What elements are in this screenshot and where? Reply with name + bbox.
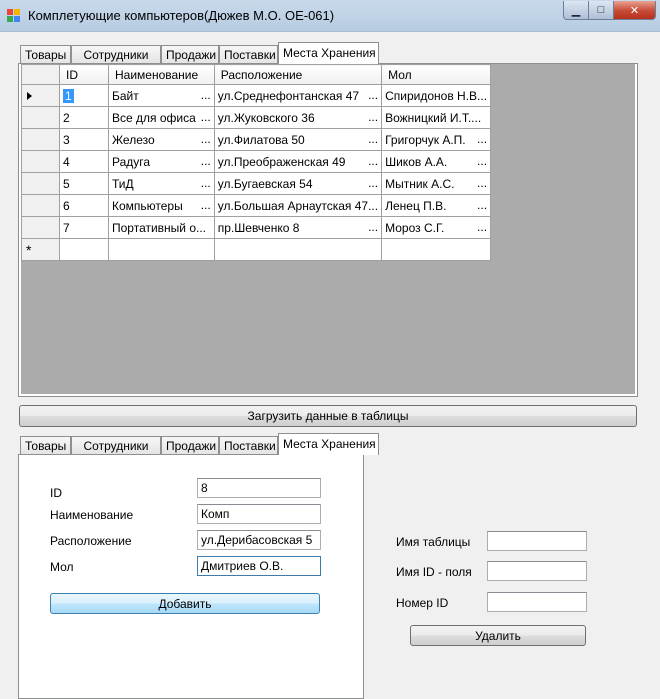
bottom-tab-prodazhi[interactable]: Продажи: [161, 436, 219, 455]
mol-field[interactable]: Дмитриев О.В.: [197, 556, 321, 576]
grid-cell-name[interactable]: Радуга: [108, 150, 215, 173]
grid-corner-header[interactable]: [21, 64, 60, 85]
row-header[interactable]: [21, 172, 60, 195]
label-id: ID: [50, 486, 62, 500]
grid-cell-id[interactable]: [59, 238, 109, 261]
load-data-button[interactable]: Загрузить данные в таблицы: [19, 405, 637, 427]
row-header[interactable]: [21, 216, 60, 239]
column-header-location[interactable]: Расположение: [213, 64, 383, 85]
grid-cell-location[interactable]: ул.Филатова 50: [213, 128, 383, 151]
new-row[interactable]: *: [21, 238, 492, 261]
title-bar[interactable]: Комплетующие компьютеров(Дюжев М.О. ОЕ-0…: [0, 0, 660, 32]
table-row[interactable]: 7 Портативный о... пр.Шевченко 8 Мороз С…: [21, 216, 492, 239]
add-button[interactable]: Добавить: [50, 593, 320, 614]
bottom-tab-postavki[interactable]: Поставки: [219, 436, 278, 455]
grid-cell-mol[interactable]: [381, 238, 492, 261]
column-header-name[interactable]: Наименование: [108, 64, 215, 85]
location-field[interactable]: ул.Дерибасовская 5: [197, 530, 321, 550]
table-row[interactable]: 4 Радуга ул.Преображенская 49 Шиков А.А.: [21, 150, 492, 173]
label-table-name: Имя таблицы: [396, 535, 471, 549]
grid-cell-location[interactable]: ул.Жуковского 36: [213, 106, 383, 129]
grid-cell-location[interactable]: ул.Преображенская 49: [213, 150, 383, 173]
grid-cell-id[interactable]: 1: [59, 84, 109, 107]
grid-cell-id[interactable]: 6: [59, 194, 109, 217]
label-id-number: Номер ID: [396, 596, 449, 610]
window-title: Комплетующие компьютеров(Дюжев М.О. ОЕ-0…: [28, 8, 335, 23]
grid-cell-mol[interactable]: Спиридонов Н.В...: [381, 84, 492, 107]
label-location: Расположение: [50, 534, 132, 548]
grid-cell-id[interactable]: 2: [59, 106, 109, 129]
maximize-icon: □: [597, 4, 605, 16]
label-mol: Мол: [50, 560, 74, 574]
grid-cell-name[interactable]: Железо: [108, 128, 215, 151]
grid-cell-name[interactable]: Все для офиса: [108, 106, 215, 129]
table-row[interactable]: 5 ТиД ул.Бугаевская 54 Мытник А.С.: [21, 172, 492, 195]
grid-cell-mol[interactable]: Григорчук А.П.: [381, 128, 492, 151]
minimize-button[interactable]: ▁: [563, 1, 589, 20]
grid-cell-mol[interactable]: Шиков А.А.: [381, 150, 492, 173]
grid-cell-mol[interactable]: Мытник А.С.: [381, 172, 492, 195]
grid-cell-name[interactable]: Компьютеры: [108, 194, 215, 217]
id-field[interactable]: 8: [197, 478, 321, 498]
column-header-id[interactable]: ID: [59, 64, 109, 85]
top-tab-prodazhi[interactable]: Продажи: [161, 45, 219, 64]
table-row[interactable]: 6 Компьютеры ул.Большая Арнаутская 47...…: [21, 194, 492, 217]
grid-cell-id[interactable]: 3: [59, 128, 109, 151]
grid-cell-name[interactable]: Байт: [108, 84, 215, 107]
app-window-icon: [7, 9, 21, 23]
table-row[interactable]: 2 Все для офиса ул.Жуковского 36 Вожницк…: [21, 106, 492, 129]
column-header-mol[interactable]: Мол: [381, 64, 492, 85]
grid-cell-id[interactable]: 4: [59, 150, 109, 173]
grid-cell-id[interactable]: 5: [59, 172, 109, 195]
grid-cell-mol[interactable]: Вожницкий И.Т....: [381, 106, 492, 129]
bottom-tab-tovary[interactable]: Товары: [20, 436, 71, 455]
top-tab-strip: Товары Сотрудники Продажи Поставки Места…: [20, 42, 420, 64]
grid-cell-id[interactable]: 7: [59, 216, 109, 239]
bottom-tab-sotrudniki[interactable]: Сотрудники: [71, 436, 161, 455]
grid-table: ID Наименование Расположение Мол 1 Байт …: [21, 64, 492, 261]
grid-cell-mol[interactable]: Мороз С.Г.: [381, 216, 492, 239]
grid-cell-location[interactable]: [213, 238, 383, 261]
grid-cell-name[interactable]: ТиД: [108, 172, 215, 195]
row-header[interactable]: *: [21, 238, 60, 261]
row-header[interactable]: [21, 84, 60, 107]
grid-cell-location[interactable]: пр.Шевченко 8: [213, 216, 383, 239]
table-row[interactable]: 3 Железо ул.Филатова 50 Григорчук А.П.: [21, 128, 492, 151]
bottom-tab-mesta-khraneniya[interactable]: Места Хранения: [278, 433, 379, 455]
main-window: Комплетующие компьютеров(Дюжев М.О. ОЕ-0…: [0, 0, 660, 699]
delete-button[interactable]: Удалить: [410, 625, 586, 646]
label-id-field-name: Имя ID - поля: [396, 565, 472, 579]
close-icon: ✕: [629, 4, 640, 17]
table-row[interactable]: 1 Байт ул.Среднефонтанская 47 Спиридонов…: [21, 84, 492, 107]
row-header[interactable]: [21, 128, 60, 151]
grid-cell-location[interactable]: ул.Большая Арнаутская 47...: [213, 194, 383, 217]
bottom-tab-strip: Товары Сотрудники Продажи Поставки Места…: [20, 433, 420, 455]
grid-cell-mol[interactable]: Ленец П.В.: [381, 194, 492, 217]
new-row-star-icon: *: [26, 241, 32, 258]
grid-cell-location[interactable]: ул.Среднефонтанская 47: [213, 84, 383, 107]
data-grid[interactable]: ID Наименование Расположение Мол 1 Байт …: [21, 64, 635, 394]
close-button[interactable]: ✕: [613, 1, 656, 20]
row-header[interactable]: [21, 106, 60, 129]
grid-cell-name[interactable]: [108, 238, 215, 261]
top-tab-tovary[interactable]: Товары: [20, 45, 71, 64]
minimize-icon: ▁: [571, 4, 581, 17]
table-name-field[interactable]: [487, 531, 587, 551]
row-header[interactable]: [21, 194, 60, 217]
grid-cell-location[interactable]: ул.Бугаевская 54: [213, 172, 383, 195]
id-field-name-field[interactable]: [487, 561, 587, 581]
top-tab-postavki[interactable]: Поставки: [219, 45, 278, 64]
top-tab-sotrudniki[interactable]: Сотрудники: [71, 45, 161, 64]
label-name: Наименование: [50, 508, 134, 522]
current-row-arrow-icon: [27, 91, 32, 100]
grid-cell-name[interactable]: Портативный о...: [108, 216, 215, 239]
name-field[interactable]: Комп: [197, 504, 321, 524]
maximize-button[interactable]: □: [588, 1, 614, 20]
grid-header-row: ID Наименование Расположение Мол: [21, 64, 492, 85]
top-tab-mesta-khraneniya[interactable]: Места Хранения: [278, 42, 379, 64]
row-header[interactable]: [21, 150, 60, 173]
id-number-field[interactable]: [487, 592, 587, 612]
